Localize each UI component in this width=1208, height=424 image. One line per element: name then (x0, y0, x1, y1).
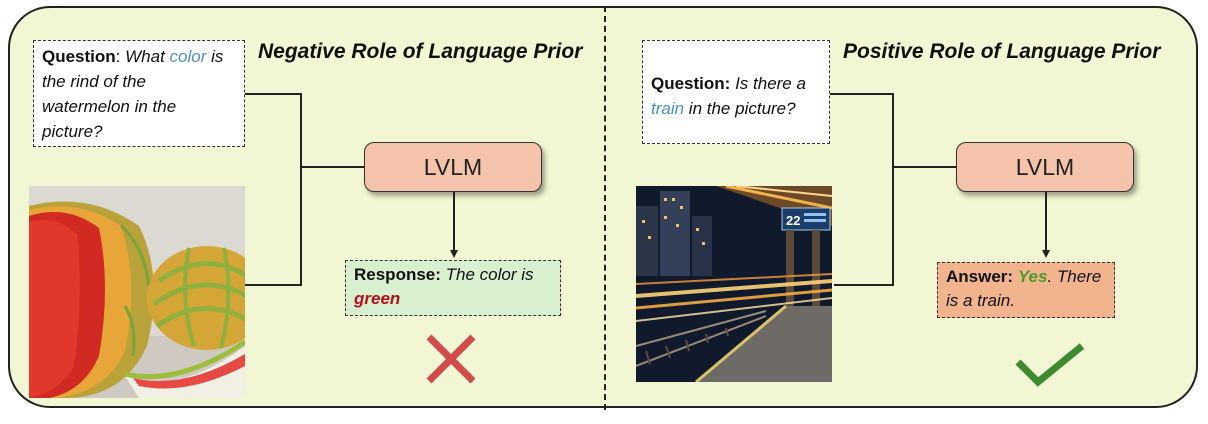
cross-icon (426, 334, 476, 384)
train-station-image: 22 (636, 186, 832, 382)
connector (892, 93, 894, 285)
response-answer: green (354, 289, 401, 308)
question-highlight: train (651, 99, 685, 118)
lvlm-box-left: LVLM (364, 142, 542, 192)
connector (300, 166, 364, 168)
center-divider (604, 6, 606, 410)
answer-label: Answer: (946, 267, 1014, 286)
left-question-box: Question: What color is the rind of the … (33, 40, 245, 147)
arrow-head (450, 250, 458, 258)
connector (830, 93, 893, 95)
question-sep: : (115, 47, 126, 66)
right-answer-box: Answer: Yes. There is a train. (937, 262, 1115, 318)
arrow-head (1042, 250, 1050, 258)
question-text-after: in the picture? (684, 99, 796, 118)
connector (892, 166, 956, 168)
platform-sign-number: 22 (786, 213, 800, 228)
right-question-box: Question: Is there a train in the pictur… (642, 40, 830, 144)
lvlm-box-right: LVLM (956, 142, 1134, 192)
left-title: Negative Role of Language Prior (258, 40, 583, 63)
answer-yes: Yes (1017, 267, 1048, 286)
connector (244, 284, 302, 286)
question-text-before: What (125, 47, 170, 66)
question-label: Question (42, 47, 116, 66)
connector (300, 93, 302, 285)
response-text: The color is (440, 265, 534, 284)
question-label: Question: (651, 74, 731, 93)
connector (834, 284, 894, 286)
check-icon (1015, 343, 1085, 387)
right-title: Positive Role of Language Prior (843, 40, 1161, 63)
left-response-box: Response: The color is green (345, 260, 561, 316)
question-text-before: Is there a (730, 74, 806, 93)
watermelon-image (29, 186, 245, 398)
connector (245, 93, 301, 95)
arrow-shaft (1045, 192, 1047, 250)
arrow-shaft (453, 192, 455, 250)
question-highlight: color (169, 47, 207, 66)
response-label: Response: (354, 265, 441, 284)
